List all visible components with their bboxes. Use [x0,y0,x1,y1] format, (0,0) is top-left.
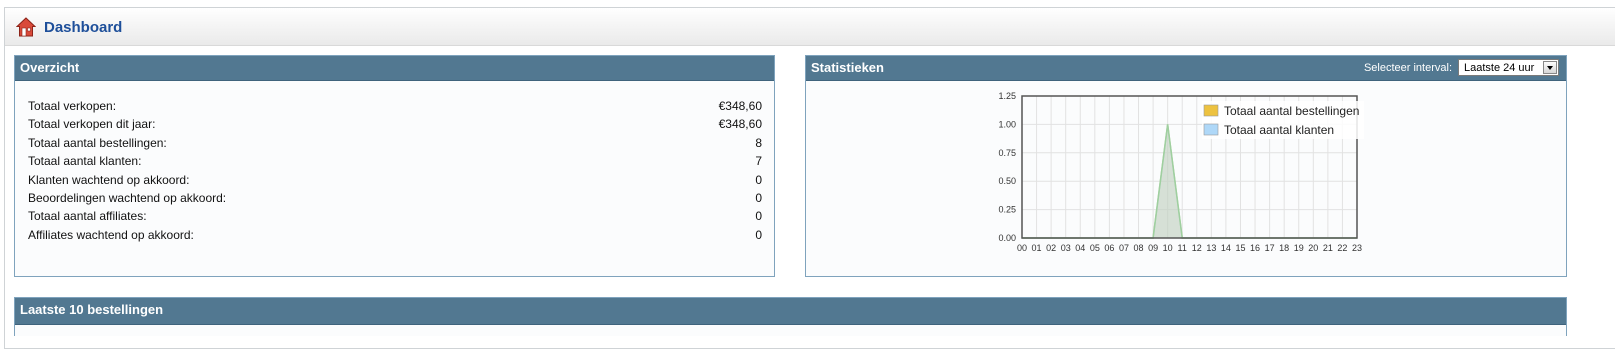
latest-orders-header: Laatste 10 bestellingen [15,298,1566,325]
chart-x-tick-label: 06 [1104,243,1114,253]
overview-row-affiliates-pending: Affiliates wachtend op akkoord: 0 [28,226,762,244]
row-label: Totaal aantal klanten: [28,154,142,169]
chart-x-tick-label: 23 [1352,243,1362,253]
home-icon [16,17,36,37]
chevron-down-icon[interactable] [1543,61,1557,74]
chart-x-tick-label: 07 [1119,243,1129,253]
page-title: Dashboard [44,19,123,36]
row-label: Totaal aantal affiliates: [28,209,147,224]
chart-legend-swatch [1203,104,1219,117]
row-value: €348,60 [718,99,762,113]
chart-x-tick-label: 10 [1163,243,1173,253]
chart-x-tick-label: 12 [1192,243,1202,253]
chart-x-tick-label: 02 [1046,243,1056,253]
chart-x-tick-label: 05 [1090,243,1100,253]
row-label: Affiliates wachtend op akkoord: [28,227,194,242]
overview-list: Totaal verkopen: €348,60 Totaal verkopen … [28,97,762,244]
chart-y-tick-label: 0.50 [998,176,1016,186]
chart-y-tick-label: 1.25 [998,91,1016,101]
overview-row-customers: Totaal aantal klanten: 7 [28,152,762,170]
row-label: Beoordelingen wachtend op akkoord: [28,190,227,205]
interval-select[interactable]: Laatste 24 uur [1458,59,1559,76]
chart-x-tick-label: 19 [1294,243,1304,253]
statistics-title: Statistieken [811,60,884,75]
chart-y-tick-label: 0.75 [998,148,1016,158]
chart-x-tick-label: 14 [1221,243,1231,253]
page-header: Dashboard [5,8,1615,46]
overview-row-sales-year: Totaal verkopen dit jaar: €348,60 [28,115,762,133]
chart-x-tick-label: 09 [1148,243,1158,253]
row-value: 7 [755,154,762,169]
chart-x-tick-label: 16 [1250,243,1260,253]
chart-x-tick-label: 01 [1032,243,1042,253]
row-label: Totaal verkopen dit jaar: [28,117,156,132]
statistics-chart: 0.00 0.25 0.50 0.75 1.00 1.25 00 01 02 03 04 05 06 07… [998,91,1364,253]
chart-x-tick-label: 17 [1265,243,1275,253]
chart-x-tick-label: 08 [1134,243,1144,253]
statistics-panel: Statistieken Selecteer interval: Laatste… [805,55,1567,277]
row-label: Totaal verkopen: [28,99,117,113]
chart-x-tick-label: 20 [1308,243,1318,253]
chart-x-tick-label: 04 [1075,243,1085,253]
chart-legend-label: Totaal aantal bestellingen [1224,104,1359,118]
overview-title: Overzicht [20,60,80,75]
row-label: Totaal aantal bestellingen: [28,135,167,150]
chart-x-tick-label: 21 [1323,243,1333,253]
row-value: €348,60 [718,117,762,132]
row-value: 0 [755,209,762,224]
overview-header: Overzicht [15,56,774,81]
chart-x-tick-label: 18 [1279,243,1289,253]
overview-row-orders: Totaal aantal bestellingen: 8 [28,134,762,152]
chart-y-tick-label: 0.00 [998,233,1016,243]
overview-panel: Overzicht Totaal verkopen: €348,60 Totaal… [14,55,775,277]
chart-y-tick-label: 0.25 [998,205,1016,215]
overview-row-affiliates: Totaal aantal affiliates: 0 [28,207,762,225]
row-value: 0 [755,172,762,187]
chart-y-tick-label: 1.00 [998,119,1016,129]
row-value: 0 [755,227,762,242]
chart-x-tick-label: 03 [1061,243,1071,253]
chart-legend-swatch [1203,123,1219,136]
overview-row-total-sales: Totaal verkopen: €348,60 [28,97,762,115]
statistics-header: Statistieken Selecteer interval: Laatste… [806,56,1566,81]
row-value: 0 [755,190,762,205]
chart-x-tick-label: 11 [1178,243,1187,253]
chart-x-tick-label: 15 [1235,243,1245,253]
interval-selected-value: Laatste 24 uur [1464,62,1535,74]
chart-x-tick-label: 13 [1206,243,1216,253]
latest-orders-panel: Laatste 10 bestellingen [14,297,1567,336]
overview-row-reviews-pending: Beoordelingen wachtend op akkoord: 0 [28,189,762,207]
latest-orders-title: Laatste 10 bestellingen [20,302,164,317]
chart-x-tick-label: 22 [1337,243,1347,253]
row-value: 8 [755,135,762,150]
chart-legend-label: Totaal aantal klanten [1224,123,1334,137]
interval-label: Selecteer interval: [1363,62,1452,74]
overview-row-customers-pending: Klanten wachtend op akkoord: 0 [28,171,762,189]
chart-x-tick-label: 00 [1017,243,1027,253]
row-label: Klanten wachtend op akkoord: [28,172,190,187]
